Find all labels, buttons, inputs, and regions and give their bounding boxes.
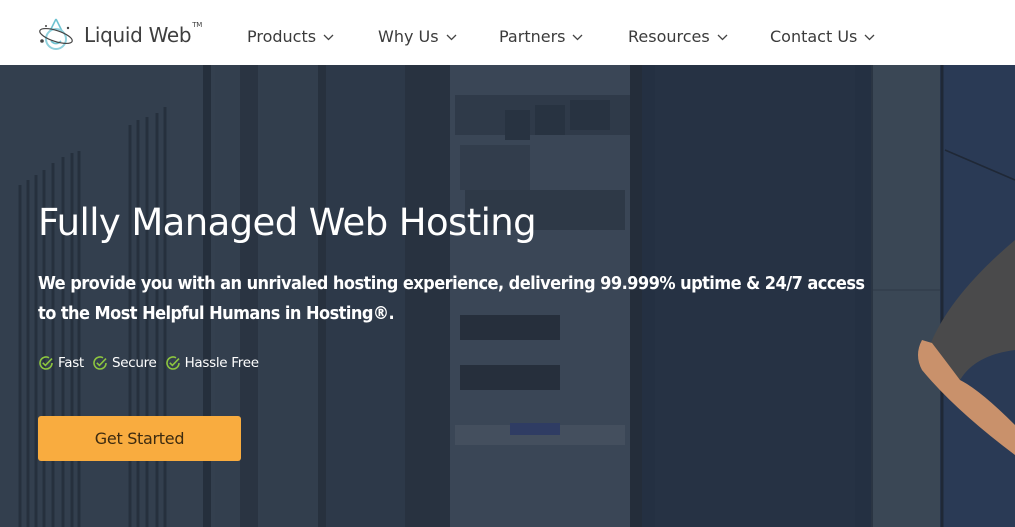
feature-item-fast: Fast [38, 355, 84, 371]
feature-list: Fast Secure Hassle Free [38, 355, 267, 371]
feature-label: Secure [111, 355, 157, 371]
nav-item-label: Contact Us [770, 27, 858, 46]
check-circle-icon [93, 356, 107, 370]
site-header: Liquid WebTM Products Why Us Partners Re… [0, 0, 1015, 65]
nav-item-label: Products [247, 27, 317, 46]
hero-title: Fully Managed Web Hosting [38, 201, 537, 244]
nav-item-why-us[interactable]: Why Us [378, 27, 457, 46]
get-started-button[interactable]: Get Started [38, 416, 241, 461]
main-nav: Products Why Us Partners Resources Conta… [0, 0, 1015, 65]
chevron-down-icon [446, 34, 457, 40]
hero-section: Fully Managed Web Hosting We provide you… [0, 65, 1015, 527]
nav-item-partners[interactable]: Partners [499, 27, 583, 46]
check-circle-icon [165, 356, 180, 370]
nav-item-label: Resources [628, 27, 710, 46]
feature-item-secure: Secure [92, 355, 157, 371]
chevron-down-icon [573, 34, 583, 40]
check-circle-icon [39, 356, 53, 370]
chevron-down-icon [717, 34, 728, 40]
feature-item-hassle-free: Hassle Free [165, 355, 259, 371]
person-photo [918, 240, 1015, 455]
chevron-down-icon [323, 34, 334, 40]
nav-item-products[interactable]: Products [247, 27, 334, 46]
nav-item-label: Why Us [378, 27, 439, 46]
feature-label: Fast [58, 355, 84, 371]
nav-item-label: Partners [499, 27, 566, 46]
nav-item-resources[interactable]: Resources [628, 27, 728, 46]
nav-item-contact-us[interactable]: Contact Us [770, 27, 875, 46]
feature-label: Hassle Free [184, 355, 259, 371]
chevron-down-icon [864, 34, 875, 40]
hero-subtitle: We provide you with an unrivaled hosting… [38, 273, 865, 324]
